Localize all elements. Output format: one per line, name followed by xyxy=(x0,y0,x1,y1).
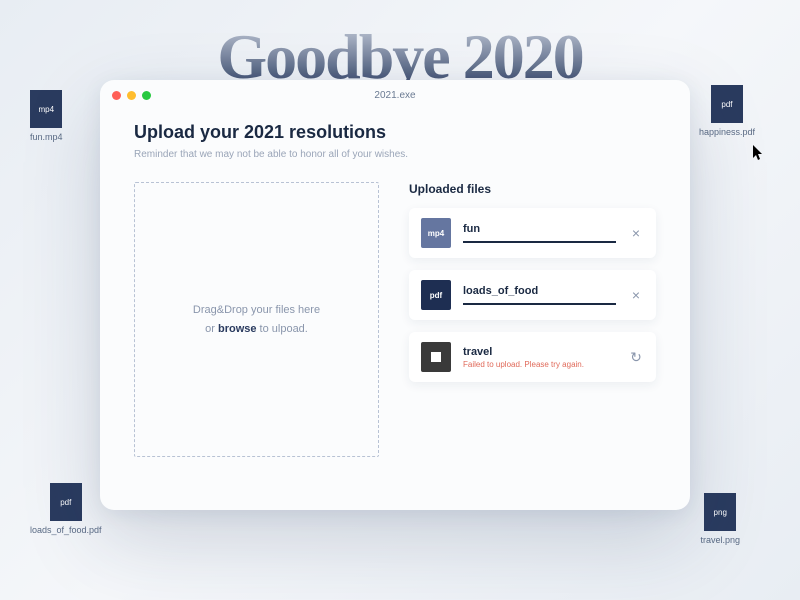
titlebar[interactable]: 2021.exe xyxy=(100,80,690,110)
retry-button[interactable]: ↻ xyxy=(628,349,644,366)
file-label: fun.mp4 xyxy=(30,132,63,142)
file-type-icon: pdf xyxy=(711,85,743,123)
file-name: loads_of_food xyxy=(463,285,616,297)
uploaded-files-heading: Uploaded files xyxy=(409,182,656,196)
file-type-badge: mp4 xyxy=(421,218,451,248)
traffic-lights xyxy=(112,91,151,100)
page-subtitle: Reminder that we may not be able to hono… xyxy=(134,149,656,160)
progress-bar xyxy=(463,303,616,305)
file-dropzone[interactable]: Drag&Drop your files here or browse to u… xyxy=(134,182,379,457)
file-label: loads_of_food.pdf xyxy=(30,525,102,535)
file-type-icon: mp4 xyxy=(30,90,62,128)
desktop-file-happiness[interactable]: pdf happiness.pdf xyxy=(699,85,755,137)
desktop-file-travel[interactable]: png travel.png xyxy=(700,493,740,545)
error-message: Failed to upload. Please try again. xyxy=(463,360,616,369)
file-name: travel xyxy=(463,346,616,358)
app-window: 2021.exe Upload your 2021 resolutions Re… xyxy=(100,80,690,510)
uploaded-file-card: pdf loads_of_food × xyxy=(409,270,656,320)
uploaded-file-card: mp4 fun × xyxy=(409,208,656,258)
browse-link[interactable]: browse xyxy=(218,323,257,335)
window-title: 2021.exe xyxy=(100,90,690,101)
remove-file-button[interactable]: × xyxy=(628,287,644,303)
minimize-icon[interactable] xyxy=(127,91,136,100)
progress-bar xyxy=(463,241,616,243)
file-type-icon: pdf xyxy=(50,483,82,521)
dropzone-tail: to ulpoad. xyxy=(256,323,307,335)
uploaded-file-card-error: travel Failed to upload. Please try agai… xyxy=(409,332,656,382)
close-icon[interactable] xyxy=(112,91,121,100)
stop-icon xyxy=(421,342,451,372)
maximize-icon[interactable] xyxy=(142,91,151,100)
file-type-icon: png xyxy=(704,493,736,531)
file-label: happiness.pdf xyxy=(699,127,755,137)
file-type-badge: pdf xyxy=(421,280,451,310)
desktop-file-loads-of-food[interactable]: pdf loads_of_food.pdf xyxy=(30,483,102,535)
remove-file-button[interactable]: × xyxy=(628,225,644,241)
cursor-icon xyxy=(753,145,765,164)
desktop-file-fun[interactable]: mp4 fun.mp4 xyxy=(30,90,63,142)
file-name: fun xyxy=(463,223,616,235)
dropzone-text: Drag&Drop your files here xyxy=(193,304,320,316)
page-title: Upload your 2021 resolutions xyxy=(134,122,656,143)
file-label: travel.png xyxy=(700,535,740,545)
dropzone-or: or xyxy=(205,323,218,335)
